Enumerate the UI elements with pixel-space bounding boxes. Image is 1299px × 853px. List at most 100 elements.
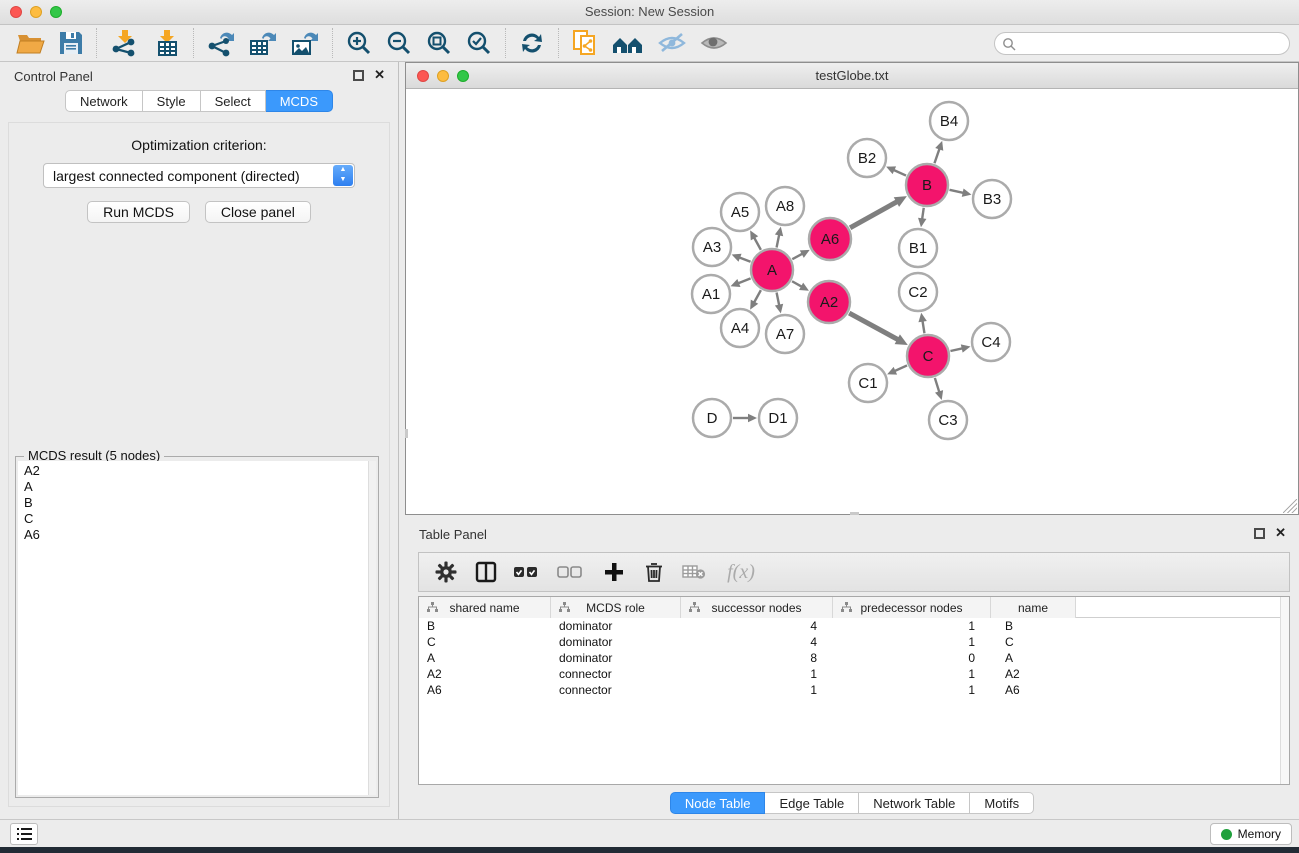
edge-A-A5[interactable]: [754, 237, 761, 249]
table-scrollbar[interactable]: [1280, 597, 1289, 784]
column-header-successor-nodes[interactable]: successor nodes: [681, 597, 833, 618]
edge-B-B2[interactable]: [893, 170, 906, 176]
column-header-name[interactable]: name: [991, 597, 1076, 618]
tab-network[interactable]: Network: [65, 90, 143, 112]
add-column-button[interactable]: [601, 559, 627, 585]
column-type-icon: [689, 602, 700, 616]
table-cell: connector: [551, 666, 681, 682]
edge-A-A2[interactable]: [792, 281, 802, 287]
show-all-button[interactable]: [693, 27, 735, 59]
export-image-button[interactable]: [284, 27, 326, 59]
resize-notch[interactable]: [850, 512, 859, 515]
node-label-D: D: [707, 410, 718, 427]
table-row[interactable]: A2connector11A2: [419, 666, 1289, 682]
result-list-scrollbar[interactable]: [368, 461, 376, 795]
close-panel-icon[interactable]: ✕: [1275, 525, 1286, 541]
node-label-A8: A8: [776, 198, 794, 215]
tab-style[interactable]: Style: [143, 90, 201, 112]
edge-B-B4[interactable]: [934, 148, 939, 163]
network-canvas[interactable]: B4B2BB3B1A5A8A6A3AA1C2A2A4A7C4CC1C3DD1: [406, 89, 1298, 514]
tab-mcds[interactable]: MCDS: [266, 90, 333, 112]
edge-C-C4[interactable]: [950, 348, 962, 351]
result-list-item[interactable]: A: [24, 479, 376, 495]
edge-arrowhead: [748, 414, 757, 423]
result-list-item[interactable]: C: [24, 511, 376, 527]
function-builder-button[interactable]: f(x): [721, 559, 761, 585]
resize-notch[interactable]: [405, 429, 408, 438]
edge-B-B3[interactable]: [949, 190, 963, 193]
export-network-icon: [206, 29, 236, 57]
edge-B-B1[interactable]: [922, 208, 924, 220]
table-row[interactable]: Bdominator41B: [419, 618, 1289, 634]
result-list-item[interactable]: A2: [24, 463, 376, 479]
deselect-all-checkbox-button[interactable]: [553, 559, 587, 585]
edge-C-C1[interactable]: [894, 365, 907, 371]
result-list-item[interactable]: B: [24, 495, 376, 511]
edge-A-A4[interactable]: [754, 290, 761, 302]
select-all-checkbox-icon: [513, 564, 539, 580]
refresh-layout-button[interactable]: [512, 27, 552, 59]
zoom-fit-button[interactable]: [419, 27, 459, 59]
float-panel-icon[interactable]: [353, 70, 364, 81]
node-label-A3: A3: [703, 239, 721, 256]
select-all-checkbox-button[interactable]: [513, 559, 539, 585]
optimization-criterion-dropdown[interactable]: largest connected component (directed) ▲…: [43, 163, 355, 188]
column-header-shared-name[interactable]: shared name: [419, 597, 551, 618]
close-panel-button[interactable]: Close panel: [205, 201, 311, 223]
search-input[interactable]: [1021, 34, 1281, 53]
edge-A-A1[interactable]: [738, 278, 751, 283]
tab-select[interactable]: Select: [201, 90, 266, 112]
task-history-button[interactable]: [10, 823, 38, 845]
float-panel-icon[interactable]: [1254, 528, 1265, 539]
delete-table-button[interactable]: [681, 559, 707, 585]
edge-A6-B[interactable]: [850, 202, 897, 228]
edge-A-A7[interactable]: [777, 293, 780, 306]
column-header-MCDS-role[interactable]: MCDS role: [551, 597, 681, 618]
edge-C-C3[interactable]: [935, 378, 939, 392]
node-label-A2: A2: [820, 294, 838, 311]
zoom-in-button[interactable]: [339, 27, 379, 59]
edge-A2-C[interactable]: [849, 313, 898, 340]
zoom-selected-button[interactable]: [459, 27, 499, 59]
import-table-button[interactable]: [145, 27, 187, 59]
export-table-button[interactable]: [242, 27, 284, 59]
node-label-A1: A1: [702, 286, 720, 303]
hide-selected-icon: [657, 30, 687, 56]
optimization-criterion-label: Optimization criterion:: [9, 137, 389, 153]
column-header-label: successor nodes: [711, 601, 801, 615]
memory-button[interactable]: Memory: [1210, 823, 1292, 845]
table-row[interactable]: A6connector11A6: [419, 682, 1289, 698]
hide-selected-button[interactable]: [651, 27, 693, 59]
desktop-background: [0, 847, 1299, 853]
table-row[interactable]: Adominator80A: [419, 650, 1289, 666]
edge-A-A8[interactable]: [777, 234, 780, 247]
tab-edge-table[interactable]: Edge Table: [765, 792, 859, 814]
table-row[interactable]: Cdominator41C: [419, 634, 1289, 650]
column-header-predecessor-nodes[interactable]: predecessor nodes: [833, 597, 991, 618]
run-mcds-button[interactable]: Run MCDS: [87, 201, 190, 223]
mcds-result-list[interactable]: A2ABCA6: [18, 461, 376, 795]
import-network-icon: [109, 29, 139, 57]
first-neighbors-button[interactable]: [605, 27, 651, 59]
edge-A-A3[interactable]: [739, 257, 750, 261]
result-list-item[interactable]: A6: [24, 527, 376, 543]
network-from-selection-button[interactable]: [565, 27, 605, 59]
tab-node-table[interactable]: Node Table: [670, 792, 766, 814]
save-session-button[interactable]: [52, 27, 90, 59]
resize-grip-icon[interactable]: [1283, 499, 1297, 513]
settings-gear-button[interactable]: [433, 559, 459, 585]
delete-column-button[interactable]: [641, 559, 667, 585]
tab-network-table[interactable]: Network Table: [859, 792, 970, 814]
zoom-out-button[interactable]: [379, 27, 419, 59]
close-panel-icon[interactable]: ✕: [374, 67, 385, 83]
edge-C-C2[interactable]: [922, 321, 924, 334]
export-network-button[interactable]: [200, 27, 242, 59]
table-cell: 1: [833, 618, 991, 634]
open-file-button[interactable]: [10, 27, 52, 59]
edge-arrowhead: [918, 313, 926, 323]
show-column-button[interactable]: [473, 559, 499, 585]
delete-column-icon: [644, 561, 664, 583]
tab-motifs[interactable]: Motifs: [970, 792, 1034, 814]
import-network-button[interactable]: [103, 27, 145, 59]
edge-A-A6[interactable]: [792, 254, 802, 260]
